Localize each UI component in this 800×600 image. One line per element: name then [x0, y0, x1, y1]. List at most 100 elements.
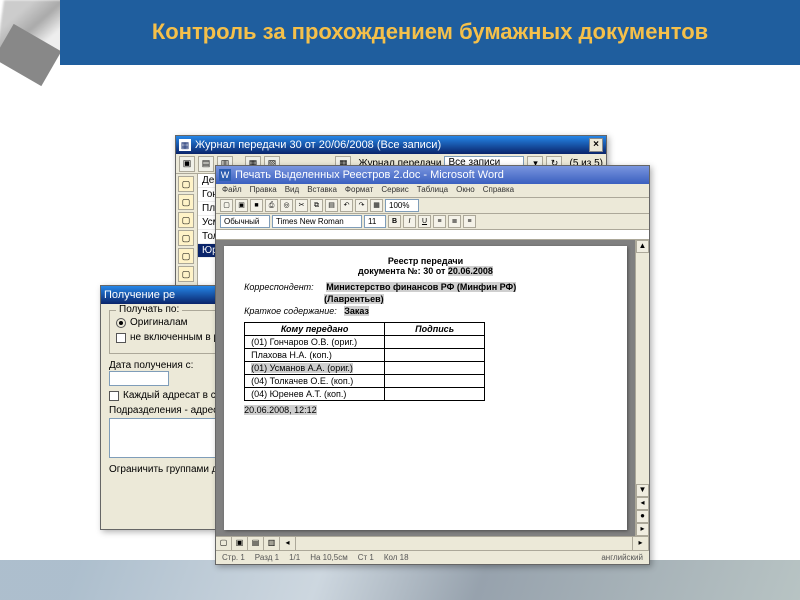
title-band: Контроль за прохождением бумажных докуме… — [60, 0, 800, 65]
align-right-icon[interactable]: ≡ — [463, 215, 476, 228]
row-icon[interactable]: ▢ — [178, 230, 194, 246]
undo-icon[interactable]: ↶ — [340, 199, 353, 212]
style-combo[interactable]: Обычный — [220, 215, 270, 228]
doc-title2: документа №: 30 от 20.06.2008 — [244, 266, 607, 276]
bottom-photo-strip — [0, 560, 800, 600]
menu-format[interactable]: Формат — [345, 185, 373, 196]
fontsize-combo[interactable]: 11 — [364, 215, 386, 228]
view-print-icon[interactable]: ▤ — [248, 537, 264, 550]
toolbar-btn-2[interactable]: ▤ — [198, 156, 214, 172]
correspondent-person: (Лаврентьев) — [324, 294, 384, 304]
word-titlebar[interactable]: W Печать Выделенных Реестров 2.doc - Mic… — [216, 166, 649, 184]
journal-titlebar[interactable]: ▦ Журнал передачи 30 от 20/06/2008 (Все … — [176, 136, 606, 154]
menu-table[interactable]: Таблица — [417, 185, 448, 196]
next-page-icon[interactable]: ▸ — [636, 523, 649, 536]
menu-file[interactable]: Файл — [222, 185, 242, 196]
new-icon[interactable]: ▢ — [220, 199, 233, 212]
toolbar-btn-1[interactable]: ▣ — [179, 156, 195, 172]
word-page-area[interactable]: Реестр передачи документа №: 30 от 20.06… — [216, 240, 635, 536]
word-app-icon: W — [219, 169, 231, 181]
status-pages: 1/1 — [289, 553, 300, 562]
chk-each-label: Каждый адресат в свс — [123, 390, 226, 401]
browse-object-icon[interactable]: ● — [636, 510, 649, 523]
date-from-input[interactable] — [109, 371, 169, 386]
scroll-down-icon[interactable]: ▼ — [636, 484, 649, 497]
word-ruler[interactable] — [216, 230, 649, 240]
chk-not-included-label: не включенным в ре — [130, 332, 225, 343]
scroll-left-icon[interactable]: ◂ — [280, 537, 296, 550]
prev-page-icon[interactable]: ◂ — [636, 497, 649, 510]
row-icon[interactable]: ▢ — [178, 266, 194, 282]
menu-insert[interactable]: Вставка — [307, 185, 337, 196]
brief-value: Заказ — [344, 306, 369, 316]
status-page: Стр. 1 — [222, 553, 245, 562]
redo-icon[interactable]: ↷ — [355, 199, 368, 212]
print-icon[interactable]: ⎙ — [265, 199, 278, 212]
table-row: (01) Усманов А.А. (ориг.) — [245, 362, 385, 375]
doc-title2-a: документа №: — [358, 266, 423, 276]
menu-tools[interactable]: Сервис — [381, 185, 408, 196]
word-menubar[interactable]: Файл Правка Вид Вставка Формат Сервис Та… — [216, 184, 649, 198]
word-vertical-scrollbar[interactable]: ▲ ▼ ◂ ● ▸ — [635, 240, 649, 536]
view-normal-icon[interactable]: ▢ — [216, 537, 232, 550]
open-icon[interactable]: ▣ — [235, 199, 248, 212]
row-icon[interactable]: ▢ — [178, 212, 194, 228]
receive-group-label: Получать по: — [116, 304, 182, 315]
menu-edit[interactable]: Правка — [250, 185, 277, 196]
align-left-icon[interactable]: ≡ — [433, 215, 446, 228]
table-row: (04) Толкачев О.Е. (коп.) — [245, 375, 385, 388]
save-icon[interactable]: ■ — [250, 199, 263, 212]
row-icon[interactable]: ▢ — [178, 194, 194, 210]
journal-side-icons: ▢ ▢ ▢ ▢ ▢ ▢ — [176, 174, 198, 294]
transfer-table: Кому передано Подпись (01) Гончаров О.В.… — [244, 322, 485, 401]
font-combo[interactable]: Times New Roman — [272, 215, 362, 228]
row-icon[interactable]: ▢ — [178, 248, 194, 264]
status-at: На 10,5см — [310, 553, 348, 562]
word-window: W Печать Выделенных Реестров 2.doc - Mic… — [215, 165, 650, 565]
status-lang: английский — [601, 553, 643, 562]
view-web-icon[interactable]: ▣ — [232, 537, 248, 550]
date-from-label: Дата получения с: — [109, 360, 193, 371]
word-horizontal-scrollbar[interactable]: ▢ ▣ ▤ ▥ ◂ ▸ — [216, 536, 649, 550]
cut-icon[interactable]: ✂ — [295, 199, 308, 212]
zoom-combo[interactable]: 100% — [385, 199, 419, 212]
doc-title2-b: 30 от — [423, 266, 448, 276]
italic-icon[interactable]: I — [403, 215, 416, 228]
bold-icon[interactable]: B — [388, 215, 401, 228]
scroll-right-icon[interactable]: ▸ — [633, 537, 649, 550]
table-row: (04) Юренев А.Т. (коп.) — [245, 388, 385, 401]
journal-window-icon: ▦ — [179, 139, 191, 151]
radio-originals-label: Оригиналам — [130, 317, 188, 328]
word-toolbar-standard: ▢ ▣ ■ ⎙ ◎ ✂ ⧉ ▤ ↶ ↷ ▦ 100% — [216, 198, 649, 214]
checkbox-icon — [109, 391, 119, 401]
checkbox-icon — [116, 333, 126, 343]
table-row: Плахова Н.А. (коп.) — [245, 349, 385, 362]
col-recipient: Кому передано — [245, 323, 385, 336]
word-statusbar: Стр. 1 Разд 1 1/1 На 10,5см Ст 1 Кол 18 … — [216, 550, 649, 564]
word-page: Реестр передачи документа №: 30 от 20.06… — [224, 246, 627, 530]
table-icon[interactable]: ▦ — [370, 199, 383, 212]
radio-icon — [116, 318, 126, 328]
align-center-icon[interactable]: ≣ — [448, 215, 461, 228]
slide-title: Контроль за прохождением бумажных докуме… — [152, 20, 708, 44]
correspondent-label: Корреспондент: — [244, 282, 314, 292]
status-col: Кол 18 — [384, 553, 409, 562]
close-icon[interactable]: × — [589, 138, 603, 152]
row-icon[interactable]: ▢ — [178, 176, 194, 192]
view-outline-icon[interactable]: ▥ — [264, 537, 280, 550]
word-title-text: Печать Выделенных Реестров 2.doc - Micro… — [235, 169, 646, 181]
brief-label: Краткое содержание: — [244, 306, 337, 316]
preview-icon[interactable]: ◎ — [280, 199, 293, 212]
status-section: Разд 1 — [255, 553, 279, 562]
paste-icon[interactable]: ▤ — [325, 199, 338, 212]
menu-view[interactable]: Вид — [285, 185, 299, 196]
col-signature: Подпись — [385, 323, 485, 336]
copy-icon[interactable]: ⧉ — [310, 199, 323, 212]
menu-help[interactable]: Справка — [483, 185, 514, 196]
scroll-up-icon[interactable]: ▲ — [636, 240, 649, 253]
doc-footer-timestamp: 20.06.2008, 12:12 — [244, 405, 317, 415]
slide-background: Контроль за прохождением бумажных докуме… — [0, 0, 800, 600]
menu-window[interactable]: Окно — [456, 185, 475, 196]
table-row: (01) Гончаров О.В. (ориг.) — [245, 336, 385, 349]
underline-icon[interactable]: U — [418, 215, 431, 228]
